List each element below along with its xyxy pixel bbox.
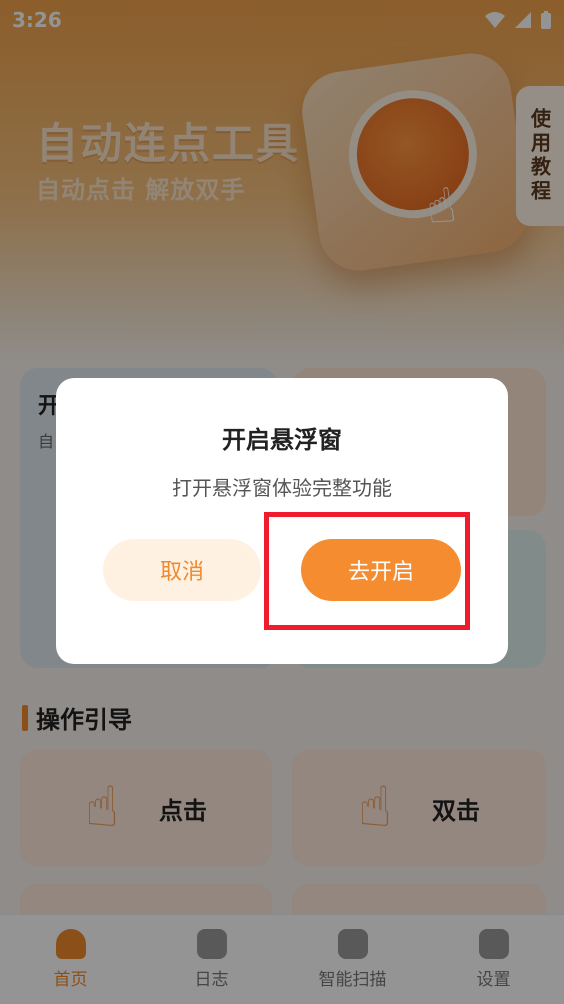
dialog-message: 打开悬浮窗体验完整功能 bbox=[172, 476, 392, 500]
highlight-box bbox=[264, 512, 470, 630]
cancel-button[interactable]: 取消 bbox=[103, 539, 261, 601]
dialog-title: 开启悬浮窗 bbox=[222, 426, 342, 454]
